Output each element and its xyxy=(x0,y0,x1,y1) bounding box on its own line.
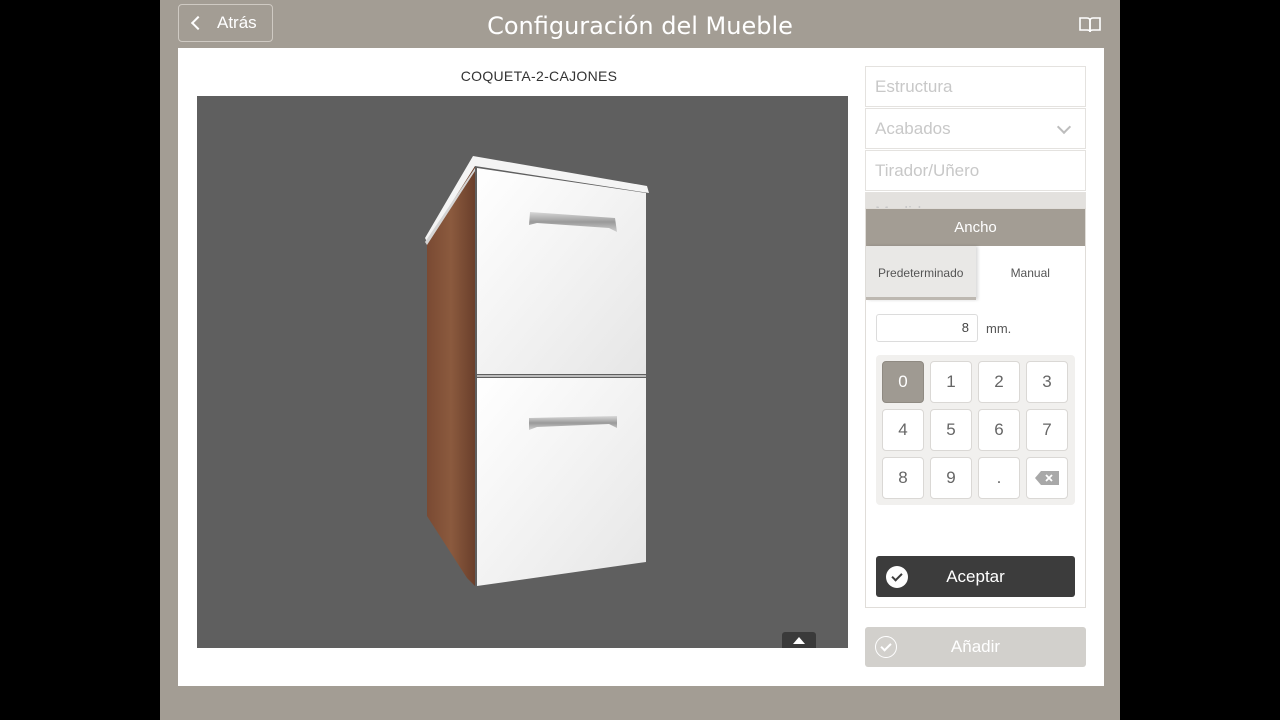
backspace-icon xyxy=(1035,471,1059,485)
segment-predeterminado[interactable]: Predeterminado xyxy=(866,246,976,300)
width-input[interactable]: 8 xyxy=(876,314,978,342)
accept-button[interactable]: Aceptar xyxy=(876,556,1075,597)
triangle-up-icon xyxy=(793,636,805,644)
numeric-keypad: 0 1 2 3 4 5 6 7 8 9 . xyxy=(876,355,1075,505)
option-label: Estructura xyxy=(875,76,953,96)
key-4[interactable]: 4 xyxy=(882,409,924,451)
check-circle-icon xyxy=(886,566,908,588)
3d-viewer[interactable] xyxy=(197,96,848,648)
cabinet-render xyxy=(425,156,649,586)
popover-title: Ancho xyxy=(866,209,1085,246)
key-6[interactable]: 6 xyxy=(978,409,1020,451)
add-label: Añadir xyxy=(950,637,1001,656)
key-9[interactable]: 9 xyxy=(930,457,972,499)
key-dot[interactable]: . xyxy=(978,457,1020,499)
app-screen: Atrás Configuración del Mueble COQUETA-2… xyxy=(160,0,1120,720)
page-title: Configuración del Mueble xyxy=(487,12,793,40)
unit-label: mm. xyxy=(986,320,1012,336)
width-popover: Ancho Predeterminado Manual 8 mm. 0 1 2 … xyxy=(865,208,1086,608)
check-circle-icon xyxy=(875,636,897,658)
key-delete[interactable] xyxy=(1026,457,1068,499)
chevron-down-icon xyxy=(1056,119,1072,135)
key-5[interactable]: 5 xyxy=(930,409,972,451)
option-acabados[interactable]: Acabados xyxy=(865,108,1086,149)
expand-button[interactable] xyxy=(782,632,816,648)
option-label: Acabados xyxy=(875,118,951,138)
value-row: 8 mm. xyxy=(876,314,1011,342)
book-icon[interactable] xyxy=(1079,16,1101,33)
add-button[interactable]: Añadir xyxy=(865,627,1086,667)
option-tirador[interactable]: Tirador/Uñero xyxy=(865,150,1086,191)
accept-label: Aceptar xyxy=(946,566,1005,586)
mode-segmented-control: Predeterminado Manual xyxy=(866,246,1085,300)
key-2[interactable]: 2 xyxy=(978,361,1020,403)
model-name: COQUETA-2-CAJONES xyxy=(460,68,618,84)
main-panel: COQUETA-2-CAJONES Estructura Acabados Ti… xyxy=(178,48,1104,686)
key-0[interactable]: 0 xyxy=(882,361,924,403)
key-7[interactable]: 7 xyxy=(1026,409,1068,451)
option-label: Tirador/Uñero xyxy=(875,160,980,180)
segment-manual[interactable]: Manual xyxy=(976,246,1086,300)
key-1[interactable]: 1 xyxy=(930,361,972,403)
key-8[interactable]: 8 xyxy=(882,457,924,499)
key-3[interactable]: 3 xyxy=(1026,361,1068,403)
option-estructura[interactable]: Estructura xyxy=(865,66,1086,107)
